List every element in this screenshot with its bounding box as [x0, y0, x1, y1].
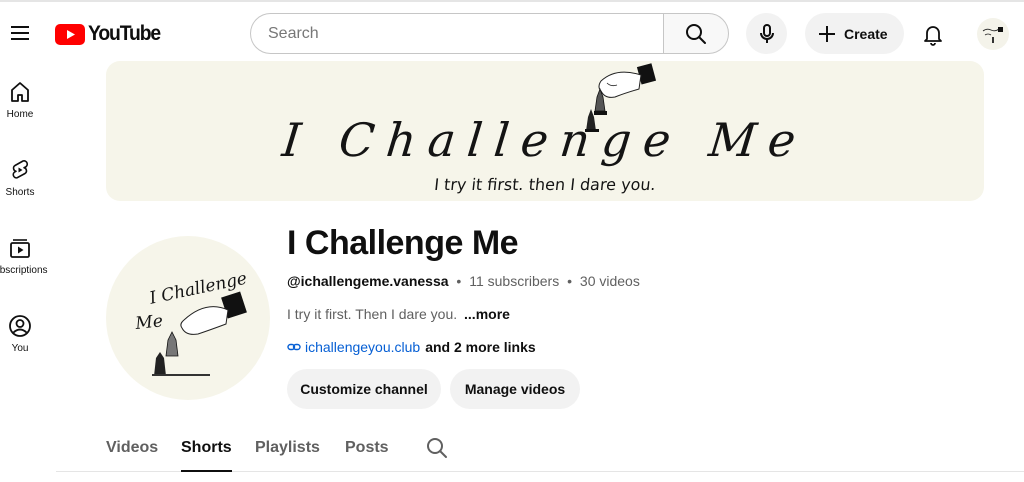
banner-title: I Challenge Me [279, 113, 811, 167]
meta-separator: • [567, 273, 573, 289]
sidebar-item-shorts[interactable]: Shorts [0, 142, 46, 214]
sidebar-item-label: Subscriptions [0, 265, 48, 276]
channel-avatar-artwork-icon: I Challenge Me [133, 269, 249, 376]
notifications-button[interactable] [912, 13, 953, 54]
tab-videos[interactable]: Videos [106, 425, 158, 471]
customize-channel-button[interactable]: Customize channel [287, 369, 441, 409]
search-button[interactable] [663, 13, 729, 54]
manage-videos-button[interactable]: Manage videos [450, 369, 580, 409]
you-icon [9, 315, 31, 337]
channel-meta: @ichallengeme.vanessa • 11 subscribers •… [287, 273, 640, 289]
bell-icon [923, 25, 942, 46]
tab-posts[interactable]: Posts [345, 425, 389, 471]
channel-avatar[interactable]: I Challenge Me [106, 236, 270, 400]
search-input[interactable] [268, 24, 664, 43]
banner-tagline: I try it first. then I dare you. [433, 175, 657, 194]
create-label: Create [844, 25, 888, 42]
search-box[interactable] [250, 13, 664, 54]
youtube-logo[interactable]: YouTube [55, 22, 166, 45]
description-text: I try it first. Then I dare you. [287, 306, 458, 322]
subscriptions-icon [10, 239, 30, 258]
logo-text: YouTube [88, 22, 161, 45]
channel-name: I Challenge Me [287, 224, 519, 262]
channel-link[interactable]: ichallengeyou.club [287, 339, 420, 355]
sidebar-item-subscriptions[interactable]: Subscriptions [0, 220, 48, 292]
top-bar: YouTube Create [0, 0, 1024, 64]
avatar-text-line2: Me [133, 311, 163, 334]
video-count: 30 videos [579, 273, 640, 289]
subscriber-count: 11 subscribers [469, 273, 560, 289]
sidebar-item-label: Shorts [5, 187, 35, 198]
sidebar-item-label: Home [6, 109, 34, 120]
shorts-icon [12, 160, 29, 179]
home-icon [11, 82, 29, 102]
create-button[interactable]: Create [805, 13, 904, 54]
channel-tabs: Videos Shorts Playlists Posts [56, 425, 1024, 472]
sidebar-item-home[interactable]: Home [0, 64, 46, 136]
channel-banner: I Challenge Me I try it first. then I da… [106, 61, 984, 201]
tab-shorts[interactable]: Shorts [181, 425, 232, 472]
channel-search-icon[interactable] [425, 436, 449, 460]
sidebar-item-you[interactable]: You [0, 298, 46, 370]
sidebar-item-label: You [11, 343, 29, 354]
description-more-link[interactable]: ...more [464, 306, 510, 322]
voice-search-button[interactable] [746, 13, 787, 54]
channel-handle: @ichallengeme.vanessa [287, 273, 449, 289]
channel-links: ichallengeyou.club and 2 more links [287, 339, 536, 355]
youtube-play-logo-icon [55, 23, 85, 45]
tab-playlists[interactable]: Playlists [255, 425, 320, 471]
more-links-button[interactable]: and 2 more links [425, 339, 535, 355]
microphone-icon [759, 23, 774, 43]
channel-description[interactable]: I try it first. Then I dare you. ...more [287, 306, 510, 322]
search-icon [686, 23, 706, 44]
menu-button[interactable] [4, 14, 36, 52]
plus-icon [819, 25, 835, 42]
meta-separator: • [456, 273, 462, 289]
link-icon [287, 343, 301, 351]
account-avatar[interactable] [977, 18, 1009, 50]
hamburger-menu-icon [11, 26, 29, 40]
channel-link-text: ichallengeyou.club [305, 339, 421, 355]
channel-logo-thumbnail-icon [982, 27, 1003, 43]
